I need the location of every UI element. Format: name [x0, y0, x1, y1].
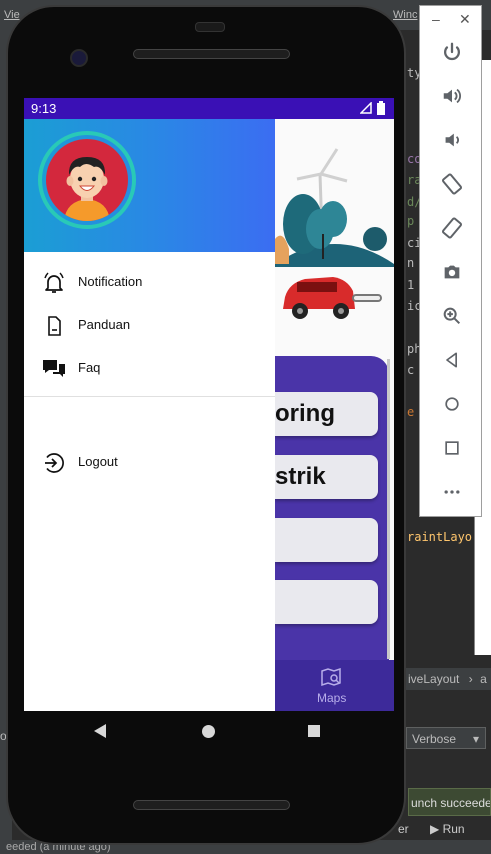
close-icon[interactable]: ✕	[459, 11, 471, 28]
earpiece	[195, 22, 225, 32]
android-navigation-bar	[24, 711, 394, 753]
run-tab-label: Run	[442, 822, 465, 836]
scrollbar[interactable]	[387, 359, 390, 659]
chat-icon	[43, 360, 65, 377]
overview-button[interactable]	[438, 434, 466, 462]
screenshot-button[interactable]	[438, 258, 466, 286]
drawer-item-label: Faq	[78, 360, 101, 375]
ide-menu-window[interactable]: Winc	[393, 9, 417, 21]
zoom-button[interactable]	[438, 302, 466, 330]
drawer-item-notification[interactable]: Notification	[24, 262, 275, 302]
rotate-left-icon	[441, 173, 463, 195]
code-fragment: n	[407, 256, 415, 270]
drawer-header	[24, 119, 275, 252]
drawer-divider	[24, 396, 275, 397]
drawer-item-label: Logout	[78, 454, 118, 469]
code-fragment: 1	[407, 278, 415, 292]
overview-icon	[445, 441, 459, 455]
rotate-right-button[interactable]	[438, 214, 466, 242]
map-icon	[321, 667, 341, 687]
nav-home-icon[interactable]	[202, 725, 215, 738]
maps-nav-item[interactable]	[320, 667, 342, 693]
code-fragment: e	[407, 405, 415, 419]
emulator-toolbar: – ✕	[419, 5, 482, 517]
more-icon	[444, 490, 460, 494]
bottom-speaker	[133, 800, 290, 810]
log-level-select[interactable]: Verbose ▾	[406, 727, 486, 749]
ide-tab-prefix[interactable]: er	[398, 822, 409, 836]
drawer-item-label: Notification	[78, 274, 143, 289]
ide-menu-view[interactable]: Vie	[4, 9, 20, 21]
log-level-value: Verbose	[412, 732, 457, 746]
front-camera	[70, 49, 88, 67]
wind-energy-illustration	[275, 148, 394, 319]
volume-up-button[interactable]	[438, 82, 466, 110]
chevron-down-icon: ▾	[472, 732, 479, 746]
launch-toast[interactable]: unch succeeded	[408, 788, 491, 816]
document-icon	[48, 316, 61, 336]
signal-icon	[360, 102, 372, 114]
menu-panel: oring strik	[275, 356, 389, 660]
avatar[interactable]	[38, 131, 136, 229]
play-icon: ▶	[430, 822, 440, 836]
volume-down-button[interactable]	[438, 126, 466, 154]
avatar-image	[46, 139, 128, 221]
back-button[interactable]	[438, 346, 466, 374]
power-button[interactable]	[438, 38, 466, 66]
app-menu-label: oring	[275, 400, 335, 427]
nav-recents-icon[interactable]	[308, 725, 320, 737]
power-icon	[444, 42, 460, 61]
device-screen: 9:13 oring strik Maps Notification Pandu…	[24, 98, 394, 711]
volume-down-icon	[445, 133, 459, 147]
breadcrumb-item[interactable]: a	[480, 672, 487, 686]
navigation-drawer: Notification Panduan Faq Logout	[24, 119, 275, 711]
home-icon	[445, 397, 459, 411]
nav-back-icon[interactable]	[94, 724, 106, 738]
drawer-item-label: Panduan	[78, 317, 131, 332]
ide-breadcrumb[interactable]: iveLayout › a	[400, 668, 491, 690]
drawer-item-logout[interactable]: Logout	[24, 442, 275, 482]
volume-up-icon	[443, 88, 461, 104]
app-menu-button[interactable]: oring	[275, 392, 378, 436]
bottom-navigation: Maps	[275, 660, 394, 711]
code-fragment: p	[407, 214, 415, 228]
app-menu-label: strik	[275, 463, 326, 490]
status-time: 9:13	[31, 101, 57, 116]
camera-icon	[444, 265, 460, 279]
app-menu-button[interactable]: strik	[275, 455, 378, 499]
home-button[interactable]	[438, 390, 466, 418]
zoom-icon	[443, 307, 461, 325]
breadcrumb-separator: ›	[468, 672, 473, 686]
rotate-right-icon	[441, 217, 463, 239]
code-constraint-layout: raintLayo	[407, 530, 473, 544]
battery-icon	[377, 101, 385, 115]
more-button[interactable]	[438, 478, 466, 506]
breadcrumb-item[interactable]: iveLayout	[408, 672, 459, 686]
logout-icon	[45, 453, 64, 473]
rotate-left-button[interactable]	[438, 170, 466, 198]
minimize-icon[interactable]: –	[432, 11, 440, 27]
status-bar: 9:13	[24, 98, 394, 119]
top-speaker	[133, 49, 290, 59]
user-face-icon	[64, 157, 110, 221]
maps-nav-label[interactable]: Maps	[317, 691, 346, 705]
app-menu-button[interactable]	[275, 518, 378, 562]
app-menu-button[interactable]	[275, 580, 378, 624]
main-app-content: oring strik Maps	[275, 119, 394, 711]
bell-icon	[44, 272, 64, 293]
back-icon	[446, 352, 457, 368]
drawer-item-faq[interactable]: Faq	[24, 348, 275, 388]
code-fragment: c	[407, 363, 415, 377]
drawer-item-panduan[interactable]: Panduan	[24, 305, 275, 345]
run-tab[interactable]: ▶ Run	[430, 822, 465, 836]
